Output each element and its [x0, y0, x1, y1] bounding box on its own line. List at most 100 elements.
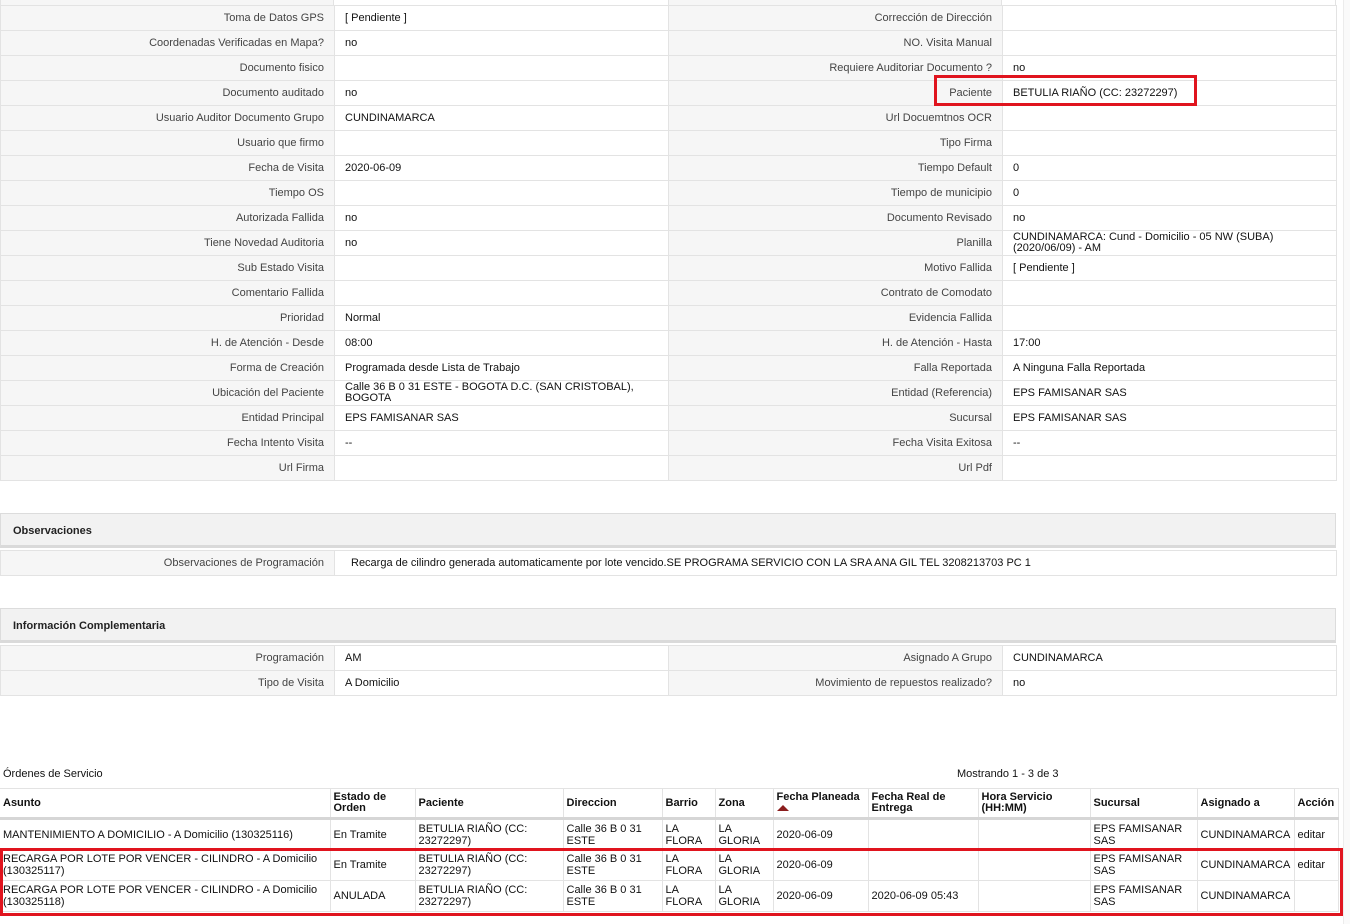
detail-label: Falla Reportada	[668, 355, 1003, 381]
detail-row: Ubicación del Paciente Calle 36 B 0 31 ES…	[0, 380, 1337, 406]
detail-label: Contrato de Comodato	[668, 280, 1003, 306]
orders-table: Asunto Estado de Orden Paciente Direccion Ba…	[0, 788, 1339, 912]
order-cell-paciente: BETULIA RIAÑO (CC: 23272297)	[415, 849, 564, 881]
order-cell-fecha-real: 2020-06-09 05:43	[868, 880, 979, 912]
detail-row: Tiene Novedad Auditoria no Planilla CUNDINA…	[0, 230, 1337, 256]
detail-value: CUNDINAMARCA	[334, 105, 669, 131]
order-cell-barrio: LA FLORA	[662, 880, 716, 912]
orders-column-header[interactable]: Barrio	[662, 788, 716, 820]
detail-label: Toma de Datos GPS	[0, 5, 335, 31]
order-cell-asunto: MANTENIMIENTO A DOMICILIO - A Domicilio …	[0, 818, 331, 850]
order-row[interactable]: MANTENIMIENTO A DOMICILIO - A Domicilio …	[0, 818, 1339, 850]
detail-label: Fecha Intento Visita	[0, 430, 335, 456]
detail-value: --	[334, 430, 669, 456]
order-cell-direccion: Calle 36 B 0 31 ESTE	[563, 818, 663, 850]
observaciones-label: Observaciones de Programación	[0, 550, 335, 576]
order-cell-estado: ANULADA	[330, 880, 416, 912]
complementaria-value: CUNDINAMARCA	[1002, 645, 1337, 671]
detail-label: Prioridad	[0, 305, 335, 331]
orders-column-header[interactable]: Estado de Orden	[330, 788, 416, 820]
visit-details-table: Toma de Datos GPS[ Pendiente ] Corrección…	[0, 5, 1337, 481]
complementaria-label: Movimiento de repuestos realizado?	[668, 670, 1003, 696]
detail-label: NO. Visita Manual	[668, 30, 1003, 56]
detail-value: no	[334, 205, 669, 231]
detail-row: Sub Estado Visita Motivo Fallida[ Pendien…	[0, 255, 1337, 281]
detail-value: no	[1002, 55, 1337, 81]
order-cell-sucursal: EPS FAMISANAR SAS	[1090, 818, 1198, 850]
column-header-label: Sucursal	[1093, 796, 1140, 809]
orders-column-header[interactable]: Fecha Real de Entrega	[868, 788, 979, 820]
detail-label: Tiempo OS	[0, 180, 335, 206]
detail-value: no	[1002, 205, 1337, 231]
detail-label: Evidencia Fallida	[668, 305, 1003, 331]
detail-label: Fecha Visita Exitosa	[668, 430, 1003, 456]
order-cell-asignado: CUNDINAMARCA	[1197, 880, 1295, 912]
orders-column-header[interactable]: Sucursal	[1090, 788, 1198, 820]
detail-label: Sucursal	[668, 405, 1003, 431]
order-cell-fecha-planeada: 2020-06-09	[773, 880, 869, 912]
orders-column-header[interactable]: Direccion	[563, 788, 663, 820]
column-header-label: Asunto	[3, 796, 41, 809]
detail-value: no	[334, 80, 669, 106]
detail-value: [ Pendiente ]	[334, 5, 669, 31]
detail-value	[1002, 305, 1337, 331]
detail-label: Tiempo de municipio	[668, 180, 1003, 206]
order-cell-fecha-real	[868, 849, 979, 881]
orders-column-header[interactable]: Fecha Planeada	[773, 788, 869, 820]
order-cell-fecha-planeada: 2020-06-09	[773, 818, 869, 850]
sort-ascending-icon[interactable]	[776, 805, 789, 811]
complementaria-label: Asignado A Grupo	[668, 645, 1003, 671]
detail-value	[1002, 30, 1337, 56]
detail-value	[1002, 130, 1337, 156]
detail-value	[1002, 455, 1337, 481]
complementaria-label: Tipo de Visita	[0, 670, 335, 696]
orders-column-header[interactable]: Hora Servicio (HH:MM)	[978, 788, 1091, 820]
detail-value: A Ninguna Falla Reportada	[1002, 355, 1337, 381]
detail-label: Documento fisico	[0, 55, 335, 81]
orders-column-header[interactable]: Paciente	[415, 788, 564, 820]
orders-column-header[interactable]: Acción	[1294, 788, 1339, 820]
detail-label: Planilla	[668, 230, 1003, 256]
detail-label: Tiene Novedad Auditoria	[0, 230, 335, 256]
detail-value	[334, 255, 669, 281]
detail-row: Coordenadas Verificadas en Mapa? no NO. Vi…	[0, 30, 1337, 56]
complementaria-row: Programación AM Asignado A Grupo CUNDINAMAR…	[0, 645, 1337, 671]
detail-value	[1002, 105, 1337, 131]
detail-label: Ubicación del Paciente	[0, 380, 335, 406]
order-cell-direccion: Calle 36 B 0 31 ESTE	[563, 880, 663, 912]
detail-label: Forma de Creación	[0, 355, 335, 381]
order-cell-asunto: RECARGA POR LOTE POR VENCER - CILINDRO -…	[0, 849, 331, 881]
edit-order-link[interactable]: editar	[1294, 818, 1339, 850]
detail-row: Forma de Creación Programada desde Lista …	[0, 355, 1337, 381]
column-header-label: Asignado a	[1200, 796, 1260, 809]
column-header-label: Estado de Orden	[333, 791, 387, 814]
order-cell-zona: LA GLORIA	[715, 818, 774, 850]
orders-column-header[interactable]: Asignado a	[1197, 788, 1295, 820]
complementaria-label: Programación	[0, 645, 335, 671]
detail-row: Autorizada Fallida no Documento Revisado no	[0, 205, 1337, 231]
detail-row: Documento auditado no Paciente BETULIA RIAÑ…	[0, 80, 1337, 106]
detail-row: Entidad Principal EPS FAMISANAR SAS Sucurs…	[0, 405, 1337, 431]
order-cell-asunto: RECARGA POR LOTE POR VENCER - CILINDRO -…	[0, 880, 331, 912]
detail-label: Corrección de Dirección	[668, 5, 1003, 31]
detail-row: Fecha Intento Visita -- Fecha Visita Exito…	[0, 430, 1337, 456]
order-cell-direccion: Calle 36 B 0 31 ESTE	[563, 849, 663, 881]
column-header-label: Barrio	[665, 796, 698, 809]
detail-label: Requiere Auditoriar Documento ?	[668, 55, 1003, 81]
detail-value: --	[1002, 430, 1337, 456]
complementaria-table: Programación AM Asignado A Grupo CUNDINAMAR…	[0, 645, 1337, 696]
edit-order-link[interactable]: editar	[1294, 849, 1339, 881]
edit-order-link[interactable]	[1294, 880, 1339, 912]
orders-column-header[interactable]: Zona	[715, 788, 774, 820]
detail-value: Normal	[334, 305, 669, 331]
detail-label: Documento auditado	[0, 80, 335, 106]
scrollbar[interactable]	[1343, 0, 1350, 924]
detail-row: H. de Atención - Desde 08:00 H. de Atenció…	[0, 330, 1337, 356]
detail-label: Usuario Auditor Documento Grupo	[0, 105, 335, 131]
order-cell-zona: LA GLORIA	[715, 880, 774, 912]
detail-value: 08:00	[334, 330, 669, 356]
detail-label: Tipo Firma	[668, 130, 1003, 156]
orders-column-header[interactable]: Asunto	[0, 788, 331, 820]
order-row[interactable]: RECARGA POR LOTE POR VENCER - CILINDRO -…	[0, 849, 1339, 881]
order-row[interactable]: RECARGA POR LOTE POR VENCER - CILINDRO -…	[0, 880, 1339, 912]
